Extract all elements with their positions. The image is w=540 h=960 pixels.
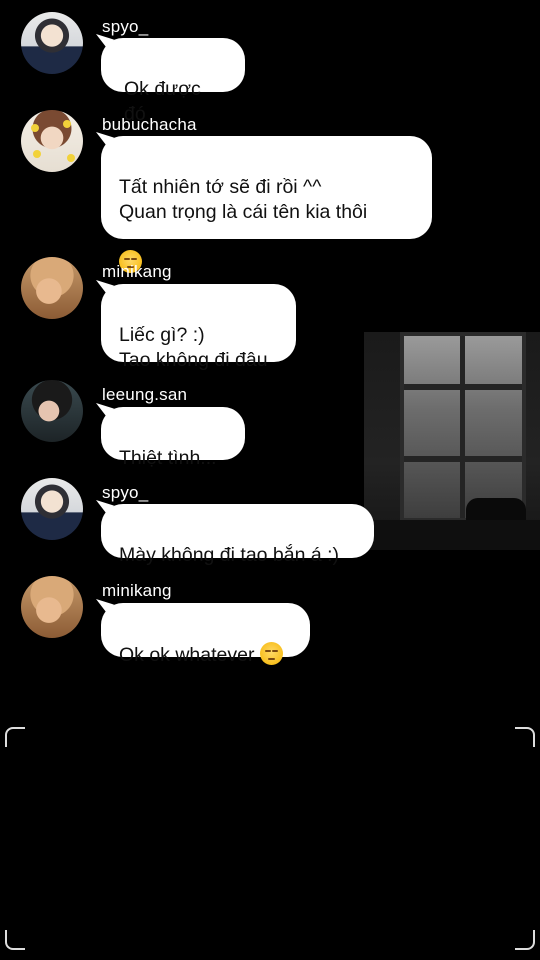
username[interactable]: spyo_ bbox=[102, 17, 148, 37]
username[interactable]: minikang bbox=[102, 262, 172, 282]
message-text: Mày không đi tao bắn á :) bbox=[119, 544, 340, 566]
avatar[interactable] bbox=[21, 380, 83, 442]
message-bubble: Ok được đó bbox=[101, 38, 245, 125]
message-bubble: Ok ok whatever bbox=[101, 603, 310, 666]
username[interactable]: minikang bbox=[102, 581, 172, 601]
username[interactable]: bubuchacha bbox=[102, 115, 197, 135]
message-bubble: Tất nhiên tớ sẽ đi rồi ^^ Quan trọng là … bbox=[101, 136, 432, 273]
message-text: Tất nhiên tớ sẽ đi rồi ^^ Quan trọng là … bbox=[119, 176, 368, 223]
avatar[interactable] bbox=[21, 576, 83, 638]
message-text: Ok ok whatever bbox=[119, 644, 260, 666]
frame-corner-bottom-left bbox=[5, 930, 25, 950]
avatar[interactable] bbox=[21, 110, 83, 172]
avatar[interactable] bbox=[21, 12, 83, 74]
message-bubble: Liếc gì? :) Tao không đi đâu bbox=[101, 284, 296, 371]
message-bubble: Mày không đi tao bắn á :) bbox=[101, 504, 374, 566]
unamused-face-icon bbox=[259, 642, 283, 665]
frame-corner-bottom-right bbox=[515, 930, 535, 950]
message-text: Liếc gì? :) Tao không đi đâu bbox=[119, 324, 268, 371]
username[interactable]: spyo_ bbox=[102, 483, 148, 503]
frame-corner-top-right bbox=[515, 727, 535, 747]
background-photo-window bbox=[364, 332, 540, 550]
message-bubble: Thiệt tình... bbox=[101, 407, 245, 469]
avatar[interactable] bbox=[21, 257, 83, 319]
avatar[interactable] bbox=[21, 478, 83, 540]
frame-corner-top-left bbox=[5, 727, 25, 747]
username[interactable]: leeung.san bbox=[102, 385, 187, 405]
message-text: Thiệt tình... bbox=[119, 447, 217, 469]
